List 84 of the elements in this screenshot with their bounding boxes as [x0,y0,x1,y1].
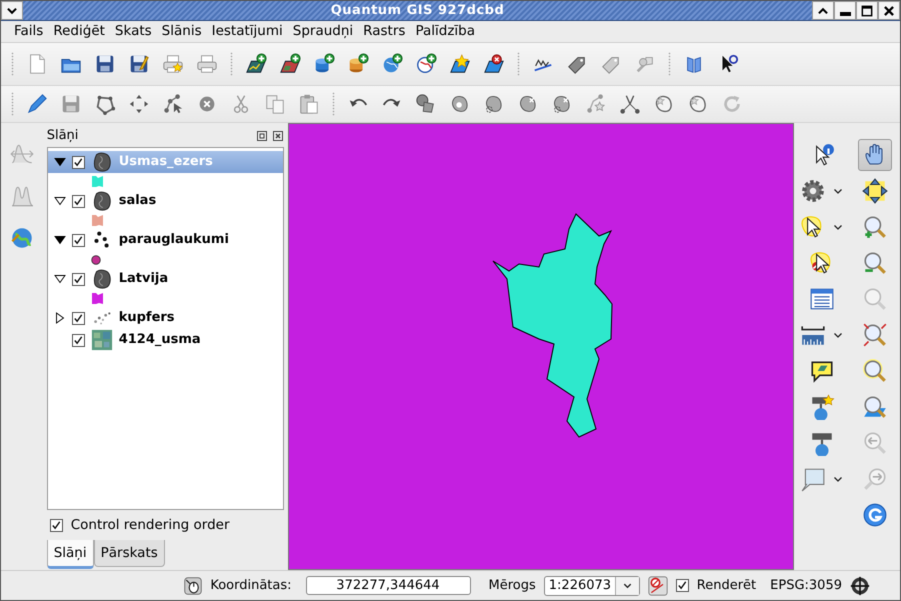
window-title: Quantum GIS 927dcbd [330,2,506,20]
globe-plus-icon[interactable] [381,53,403,75]
scale-label: Mērogs [488,576,536,595]
coordinates-label: Koordinātas: [210,576,292,595]
checkbox-label[interactable]: Control rendering order [70,514,230,536]
polygon-icon[interactable] [94,93,116,115]
render-label[interactable]: Renderēt [696,576,756,596]
menu-item[interactable]: Rediģēt [48,21,110,42]
panel-title: Slāņi [46,127,80,146]
map-plus-icon[interactable] [245,53,267,75]
mouse-icon[interactable] [184,576,202,594]
database-plus-icon[interactable] [313,53,335,75]
expanded-triangle-icon[interactable] [54,273,66,285]
scale-combobox[interactable]: 1:226073 [544,576,640,596]
raster-thumbnail-icon [90,329,113,351]
tab[interactable]: Slāņi [46,540,94,570]
nodes-icon[interactable] [162,93,184,115]
coordinates-field[interactable]: 372277,344644 [306,576,470,595]
expanded-triangle-icon[interactable] [54,156,66,168]
pan-button[interactable] [858,139,892,171]
close-icon[interactable] [272,130,284,142]
close-button[interactable] [878,1,900,20]
checkbox[interactable] [72,194,85,208]
scissors-nodes-icon[interactable] [619,93,641,115]
close-icon [882,4,896,18]
shade-button[interactable] [812,1,834,20]
menu-item[interactable]: Rastrs [358,21,410,42]
pencil-icon[interactable] [26,93,48,115]
map-remove-icon[interactable] [483,53,505,75]
layer-name[interactable]: parauglaukumi [118,230,229,250]
menu-item[interactable]: Spraudņi [288,21,358,42]
table-icon[interactable] [809,286,835,312]
map-plus-icon[interactable] [279,53,301,75]
no-render-icon[interactable] [648,576,668,596]
star-nodes-icon[interactable] [585,93,607,115]
zoom-extent-icon[interactable] [862,322,888,348]
checkbox[interactable] [676,579,689,592]
checkbox[interactable] [72,272,85,286]
clipboard-icon[interactable] [298,93,320,115]
zoom-selection-icon[interactable] [862,358,888,384]
menu-item[interactable]: Fails [9,21,48,42]
printer-icon[interactable] [196,53,218,75]
checkbox[interactable] [72,156,85,168]
globe-plus-icon[interactable] [415,53,437,75]
callout-icon[interactable] [800,466,826,492]
checkbox[interactable] [72,334,85,346]
floppy-pencil-icon[interactable] [128,53,150,75]
zoom-full-icon[interactable] [862,178,888,204]
zoom-out-icon[interactable] [862,250,888,276]
crs-label[interactable]: EPSG:3059 [770,576,842,596]
expanded-triangle-icon[interactable] [54,234,66,246]
layer-name[interactable]: salas [118,191,156,211]
map-star-icon[interactable] [449,53,471,75]
layer-name[interactable]: 4124_usma [118,330,201,350]
shape-icon[interactable] [415,93,437,115]
checkbox[interactable] [50,518,63,532]
refresh-icon[interactable] [862,502,888,528]
layer-name[interactable]: Latvija [118,269,168,289]
minimize-icon [840,12,850,16]
zoom-in-icon[interactable] [862,214,888,240]
minimize-button[interactable] [834,1,856,20]
menu-item[interactable]: Skats [110,21,157,42]
move-arrows-icon[interactable] [128,93,150,115]
menu-item[interactable]: Palīdzība [410,21,480,42]
database-plus-icon[interactable] [347,53,369,75]
shape-icon[interactable] [687,93,709,115]
menu-item[interactable]: Iestatījumi [206,21,288,42]
crosshair-globe-icon[interactable] [850,576,870,596]
expanded-triangle-icon[interactable] [54,195,66,207]
maximize-button[interactable] [856,1,878,20]
layer-name[interactable]: kupfers [118,308,175,328]
gear-icon[interactable] [800,178,826,204]
checkbox[interactable] [72,312,85,324]
maximize-icon [860,4,874,18]
checkbox[interactable] [72,234,85,246]
shape-icon[interactable] [653,93,675,115]
float-icon[interactable] [256,130,268,142]
collapsed-triangle-icon[interactable] [54,312,66,324]
zoom-layer-icon[interactable] [862,394,888,420]
printer-star-icon[interactable] [162,53,184,75]
copy-icon[interactable] [264,93,286,115]
window-menu-button[interactable] [1,1,23,20]
menu-item[interactable]: Slānis [156,21,207,42]
tab[interactable]: Pārskats [94,540,165,568]
